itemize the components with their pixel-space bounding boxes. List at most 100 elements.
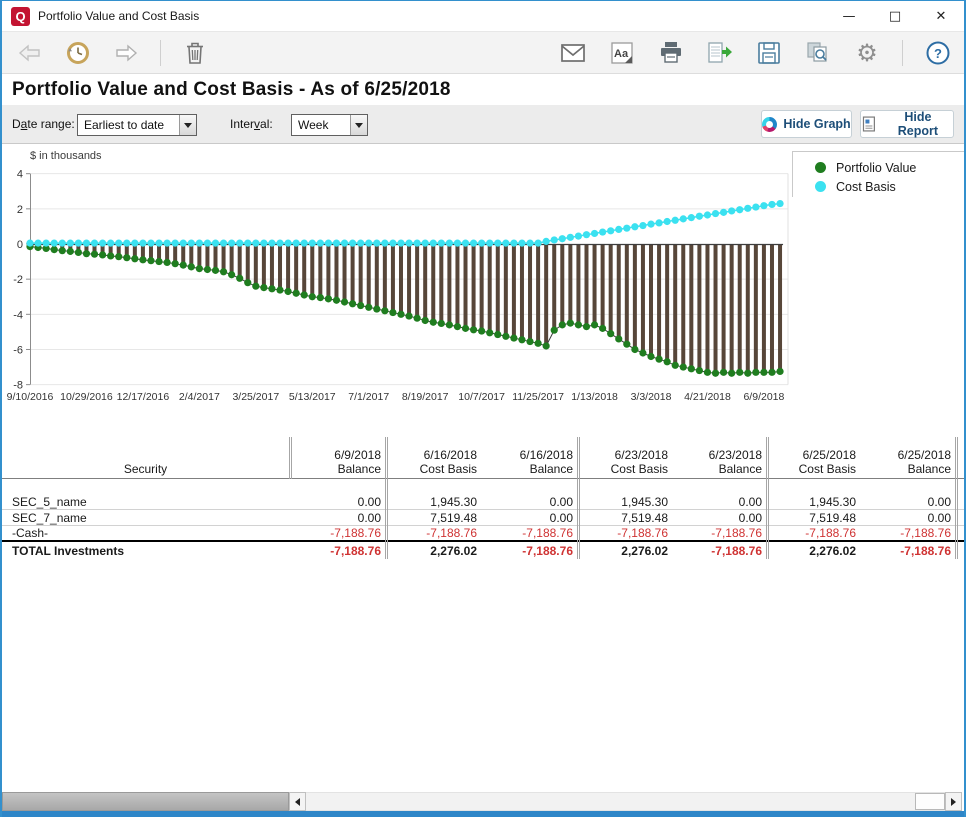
amount-cell: -7,188.76	[481, 544, 577, 558]
svg-text:2/4/2017: 2/4/2017	[179, 391, 220, 403]
legend-item: Cost Basis	[815, 177, 964, 196]
bars	[28, 244, 782, 373]
column-header[interactable]: 6/25/2018Cost Basis	[766, 448, 860, 478]
table-row[interactable]: SEC_7_name0.007,519.480.007,519.480.007,…	[2, 510, 964, 526]
column-header[interactable]: 6/23/2018Balance	[672, 448, 766, 478]
amount-cell: 2,276.02	[577, 544, 672, 558]
column-header[interactable]: 6/9/2018Balance	[289, 448, 385, 478]
legend-item: Portfolio Value	[815, 158, 964, 177]
amount-cell: -7,188.76	[672, 544, 766, 558]
svg-text:4/21/2018: 4/21/2018	[684, 391, 731, 403]
svg-text:-2: -2	[13, 274, 23, 286]
report-doc-icon	[861, 116, 877, 132]
column-group-separator	[385, 437, 388, 559]
toolbar: Aa ⚙ ?	[2, 31, 964, 74]
amount-cell: -7,188.76	[289, 544, 385, 558]
title-bar: Q Portfolio Value and Cost Basis — □ ✕	[2, 1, 964, 31]
scrollbar-thumb[interactable]	[915, 793, 945, 810]
svg-text:3/3/2018: 3/3/2018	[631, 391, 672, 403]
scroll-left-button[interactable]	[289, 792, 306, 811]
svg-text:-6: -6	[13, 344, 23, 356]
window-title: Portfolio Value and Cost Basis	[38, 9, 199, 23]
amount-cell: -7,188.76	[481, 526, 577, 540]
export-icon[interactable]	[706, 39, 734, 67]
date-range-select[interactable]: Earliest to date	[77, 114, 197, 136]
hide-graph-button[interactable]: Hide Graph	[761, 110, 852, 138]
amount-cell: 7,519.48	[385, 511, 481, 525]
date-range-label: Date range:	[12, 117, 75, 131]
legend-label: Cost Basis	[836, 180, 896, 194]
hide-report-button[interactable]: Hide Report	[860, 110, 954, 138]
table-row[interactable]: -Cash--7,188.76-7,188.76-7,188.76-7,188.…	[2, 526, 964, 542]
print-preview-icon[interactable]	[804, 39, 832, 67]
cost-basis-series	[26, 200, 783, 247]
svg-text:-4: -4	[13, 309, 23, 321]
column-header-security[interactable]: Security	[2, 462, 289, 478]
interval-select[interactable]: Week	[291, 114, 368, 136]
svg-text:7/1/2017: 7/1/2017	[348, 391, 389, 403]
graph-donut-icon	[762, 117, 777, 132]
amount-cell: -7,188.76	[385, 526, 481, 540]
amount-cell: 7,519.48	[766, 511, 860, 525]
scroll-left-icon	[295, 798, 300, 806]
report-header: Portfolio Value and Cost Basis - As of 6…	[2, 74, 964, 105]
amount-cell: -7,188.76	[766, 526, 860, 540]
email-icon[interactable]	[559, 39, 587, 67]
amount-cell: -7,188.76	[860, 526, 955, 540]
security-name: SEC_5_name	[2, 495, 289, 509]
delete-trash-icon[interactable]	[181, 39, 209, 67]
column-header[interactable]: 6/16/2018Balance	[481, 448, 577, 478]
amount-cell: -7,188.76	[860, 544, 955, 558]
save-icon[interactable]	[755, 39, 783, 67]
toolbar-separator	[902, 40, 903, 66]
minimize-button[interactable]: —	[826, 1, 872, 31]
report-table: Security6/9/2018Balance6/16/2018Cost Bas…	[2, 429, 964, 791]
amount-cell: 1,945.30	[766, 495, 860, 509]
table-header-row: Security6/9/2018Balance6/16/2018Cost Bas…	[2, 437, 964, 479]
amount-cell: -7,188.76	[289, 526, 385, 540]
amount-cell: -7,188.76	[577, 526, 672, 540]
scroll-right-button[interactable]	[945, 792, 962, 811]
settings-gear-icon[interactable]: ⚙	[853, 39, 881, 67]
legend-dot-icon	[815, 181, 826, 192]
chevron-down-icon[interactable]	[179, 115, 196, 135]
column-header[interactable]: 6/23/2018Cost Basis	[577, 448, 672, 478]
font-format-icon[interactable]: Aa	[608, 39, 636, 67]
report-controls: Date range: Earliest to date Interval: W…	[2, 105, 964, 144]
amount-cell: 0.00	[481, 511, 577, 525]
history-icon[interactable]	[64, 39, 92, 67]
chevron-down-icon[interactable]	[350, 115, 367, 135]
help-icon[interactable]: ?	[924, 39, 952, 67]
security-name: TOTAL Investments	[2, 544, 289, 558]
column-header[interactable]: 6/25/2018Balance	[860, 448, 955, 478]
amount-cell: 0.00	[289, 495, 385, 509]
security-name: -Cash-	[2, 526, 289, 540]
forward-arrow-icon[interactable]	[112, 39, 140, 67]
svg-text:2: 2	[17, 204, 23, 216]
legend-dot-icon	[815, 162, 826, 173]
column-group-separator	[577, 437, 580, 559]
amount-cell: 0.00	[481, 495, 577, 509]
table-row[interactable]: SEC_5_name0.001,945.300.001,945.300.001,…	[2, 494, 964, 510]
amount-cell: -7,188.76	[672, 526, 766, 540]
horizontal-scrollbar	[2, 792, 964, 811]
chart-legend: Portfolio Value Cost Basis	[792, 151, 964, 197]
svg-text:Aa: Aa	[614, 48, 629, 60]
column-header[interactable]: 6/16/2018Cost Basis	[385, 448, 481, 478]
column-group-separator	[955, 437, 958, 559]
y-axis: 420-2-4-6-8	[13, 169, 30, 392]
maximize-button[interactable]: □	[872, 1, 918, 31]
scrollbar-track[interactable]	[306, 792, 945, 811]
portfolio-value-series	[26, 243, 783, 377]
toolbar-separator	[160, 40, 161, 66]
app-window: Q Portfolio Value and Cost Basis — □ ✕	[0, 0, 966, 817]
amount-cell: 0.00	[672, 511, 766, 525]
amount-cell: 2,276.02	[385, 544, 481, 558]
page-title: Portfolio Value and Cost Basis - As of 6…	[12, 79, 451, 101]
close-button[interactable]: ✕	[918, 1, 964, 31]
table-row[interactable]: TOTAL Investments-7,188.762,276.02-7,188…	[2, 542, 964, 559]
column-group-separator	[766, 437, 769, 559]
svg-text:12/17/2016: 12/17/2016	[117, 391, 170, 403]
print-icon[interactable]	[657, 39, 685, 67]
back-arrow-icon[interactable]	[16, 39, 44, 67]
